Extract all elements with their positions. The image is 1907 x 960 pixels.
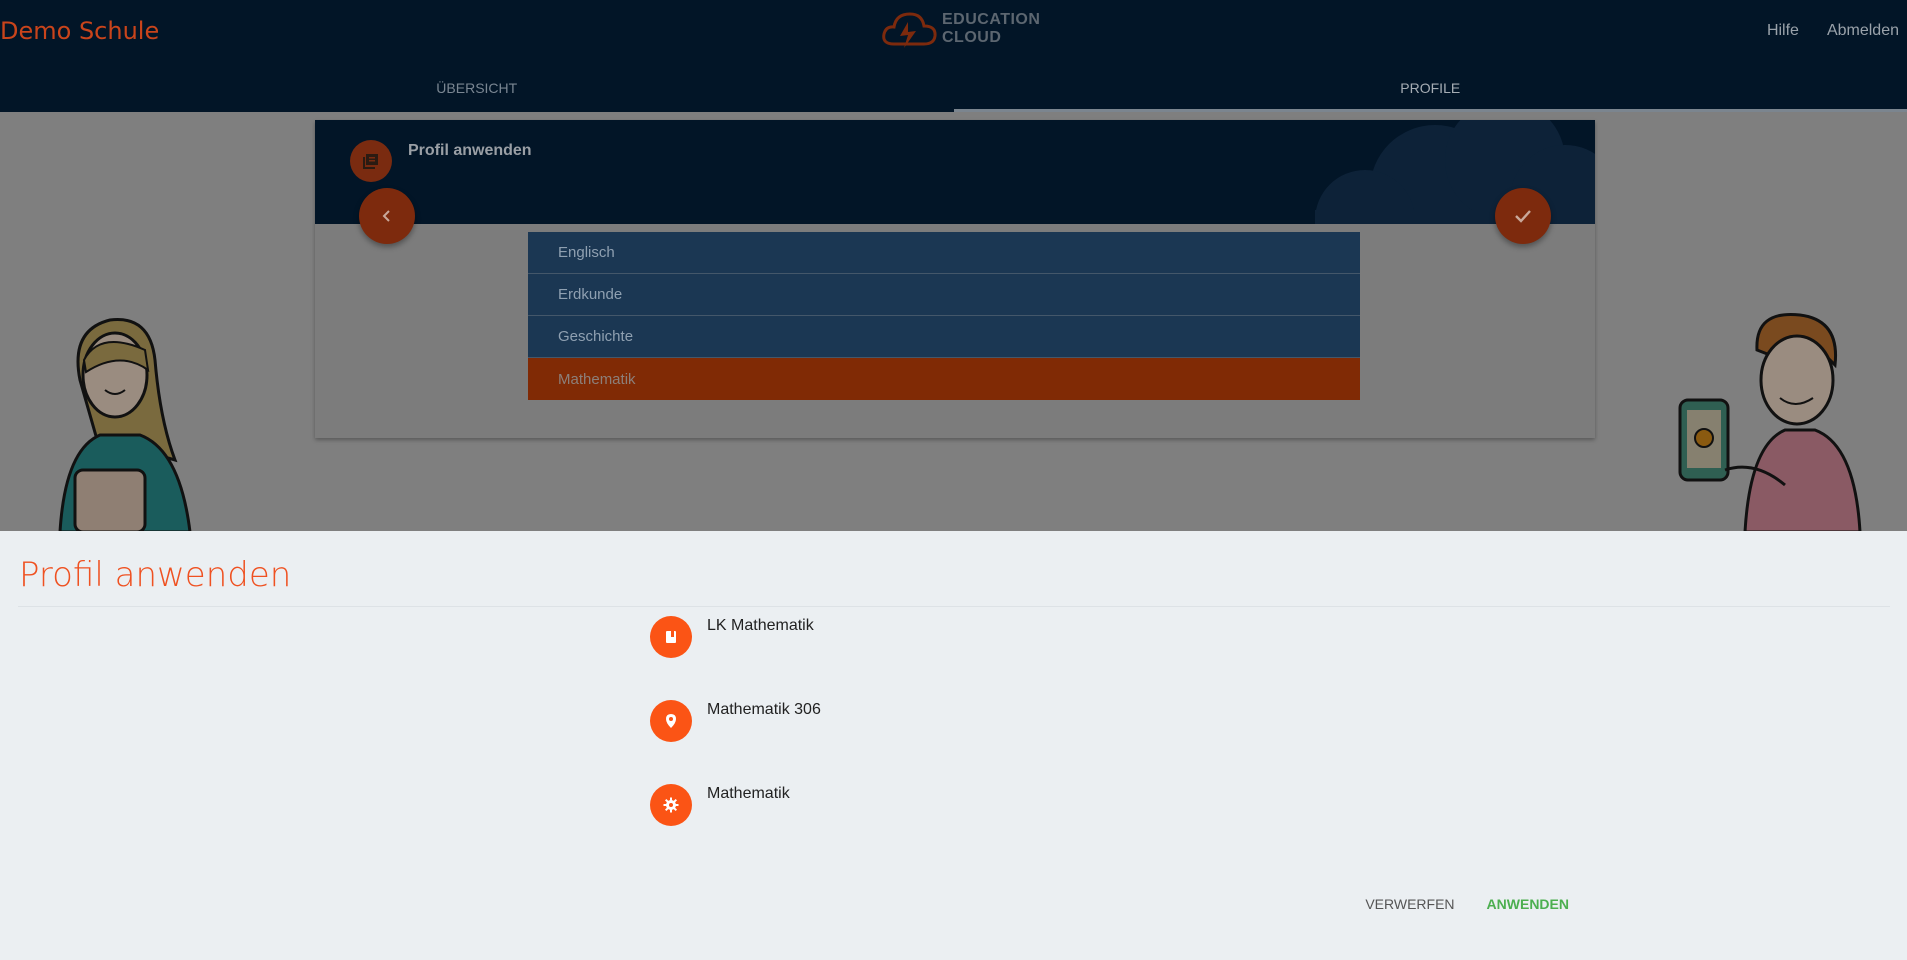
confirm-button[interactable]: [1495, 188, 1551, 244]
card-title: Profil anwenden: [408, 142, 532, 159]
gear-icon: [650, 784, 692, 826]
profile-badge: [350, 140, 392, 182]
subject-item-geschichte[interactable]: Geschichte: [528, 316, 1360, 358]
sheet-actions: VERWERFEN ANWENDEN: [1333, 896, 1569, 912]
main-tabs: ÜBERSICHT PROFILE: [0, 70, 1907, 112]
app-header: Demo Schule EDUCATION CLOUD Hilfe Abmeld…: [0, 0, 1907, 112]
sheet-divider: [18, 606, 1890, 607]
education-cloud-logo[interactable]: EDUCATION CLOUD: [880, 4, 1040, 54]
help-link[interactable]: Hilfe: [1767, 22, 1799, 40]
summary-item-label: LK Mathematik: [707, 617, 814, 634]
location-pin-icon: [650, 700, 692, 742]
tab-profiles[interactable]: PROFILE: [953, 70, 1907, 112]
subject-item-erdkunde[interactable]: Erdkunde: [528, 274, 1360, 316]
cloud-logo-icon: [882, 12, 937, 48]
tab-overview[interactable]: ÜBERSICHT: [0, 70, 954, 112]
subject-item-mathematik[interactable]: Mathematik: [528, 358, 1360, 400]
summary-item-subject: Mathematik: [650, 784, 790, 826]
discard-button[interactable]: VERWERFEN: [1365, 896, 1454, 912]
summary-item-label: Mathematik: [707, 785, 790, 802]
school-name[interactable]: Demo Schule: [0, 17, 159, 45]
top-nav: Hilfe Abmelden: [1747, 22, 1907, 40]
chevron-left-icon: [382, 210, 390, 222]
logout-link[interactable]: Abmelden: [1827, 22, 1899, 40]
logo-line-1: EDUCATION: [942, 11, 1041, 28]
subject-list: Englisch Erdkunde Geschichte Mathematik: [528, 232, 1360, 400]
summary-item-course: LK Mathematik: [650, 616, 814, 658]
book-icon: [650, 616, 692, 658]
summary-item-label: Mathematik 306: [707, 701, 821, 718]
logo-wordmark: EDUCATION CLOUD: [942, 11, 1040, 47]
library-books-icon: [363, 154, 378, 169]
apply-profile-sheet: Profil anwenden LK Mathematik Mathematik…: [0, 531, 1907, 960]
woman-with-tablet-illustration: [40, 310, 210, 532]
check-icon: [1515, 210, 1531, 223]
apply-button[interactable]: ANWENDEN: [1487, 896, 1569, 912]
man-with-phone-illustration: [1675, 310, 1875, 532]
sheet-title: Profil anwenden: [19, 555, 292, 595]
card-header: Profil anwenden: [315, 120, 1595, 224]
summary-item-room: Mathematik 306: [650, 700, 821, 742]
subject-item-englisch[interactable]: Englisch: [528, 232, 1360, 274]
back-button[interactable]: [359, 188, 415, 244]
profile-apply-card: Profil anwenden Englisch Erdkunde Geschi…: [315, 120, 1595, 438]
logo-line-2: CLOUD: [942, 29, 1002, 46]
